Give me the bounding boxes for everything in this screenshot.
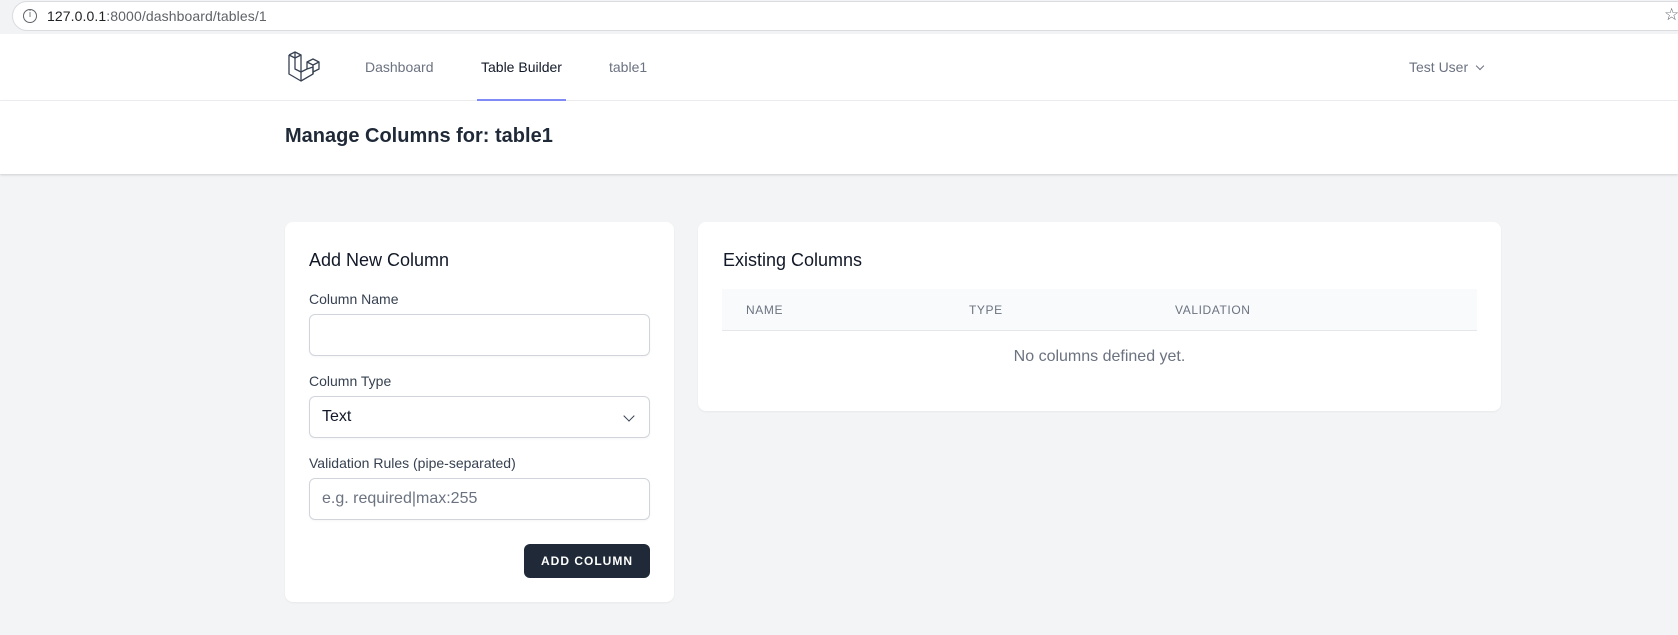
- add-column-title: Add New Column: [309, 250, 450, 270]
- add-column-card: Add New Column Column Name Column Type T…: [285, 222, 674, 602]
- column-type-label: Column Type: [309, 373, 392, 389]
- chevron-down-icon: [1475, 61, 1485, 71]
- url-path: :8000/dashboard/tables/1: [106, 8, 267, 24]
- column-type-value: Text: [322, 408, 352, 425]
- empty-state-message: No columns defined yet.: [1013, 348, 1186, 365]
- laravel-logo-icon[interactable]: [287, 50, 321, 84]
- column-name-input[interactable]: [309, 314, 650, 356]
- url-field[interactable]: i 127.0.0.1:8000/dashboard/tables/1: [12, 1, 1678, 31]
- column-header-validation: VALIDATION: [1175, 303, 1251, 317]
- user-name: Test User: [1409, 59, 1469, 75]
- page-title: Manage Columns for: table1: [285, 125, 553, 147]
- page-header: Manage Columns for: table1: [0, 101, 1678, 174]
- existing-columns-title: Existing Columns: [723, 250, 863, 270]
- nav-link-dashboard[interactable]: Dashboard: [365, 34, 434, 101]
- user-menu-dropdown[interactable]: Test User: [1409, 34, 1485, 101]
- validation-rules-label: Validation Rules (pipe-separated): [309, 455, 516, 471]
- column-header-type: TYPE: [969, 303, 1003, 317]
- nav-link-table1[interactable]: table1: [609, 34, 647, 101]
- nav-link-table-builder[interactable]: Table Builder: [477, 34, 566, 101]
- validation-rules-input[interactable]: [309, 478, 650, 520]
- url-text: 127.0.0.1:8000/dashboard/tables/1: [47, 8, 267, 24]
- existing-columns-card: Existing Columns NAME TYPE VALIDATION No…: [698, 222, 1501, 411]
- column-header-name: NAME: [746, 303, 784, 317]
- columns-table-header: NAME TYPE VALIDATION: [722, 289, 1477, 331]
- browser-address-bar: i 127.0.0.1:8000/dashboard/tables/1 ☆: [0, 0, 1678, 34]
- bookmark-star-icon[interactable]: ☆: [1664, 5, 1678, 25]
- add-column-button[interactable]: ADD COLUMN: [524, 544, 650, 578]
- top-navigation: Dashboard Table Builder table1 Test User: [0, 34, 1678, 101]
- chevron-down-icon: [623, 410, 635, 422]
- url-host: 127.0.0.1: [47, 8, 107, 24]
- column-name-label: Column Name: [309, 291, 399, 307]
- column-type-select[interactable]: Text: [309, 396, 650, 438]
- info-icon[interactable]: i: [23, 9, 37, 23]
